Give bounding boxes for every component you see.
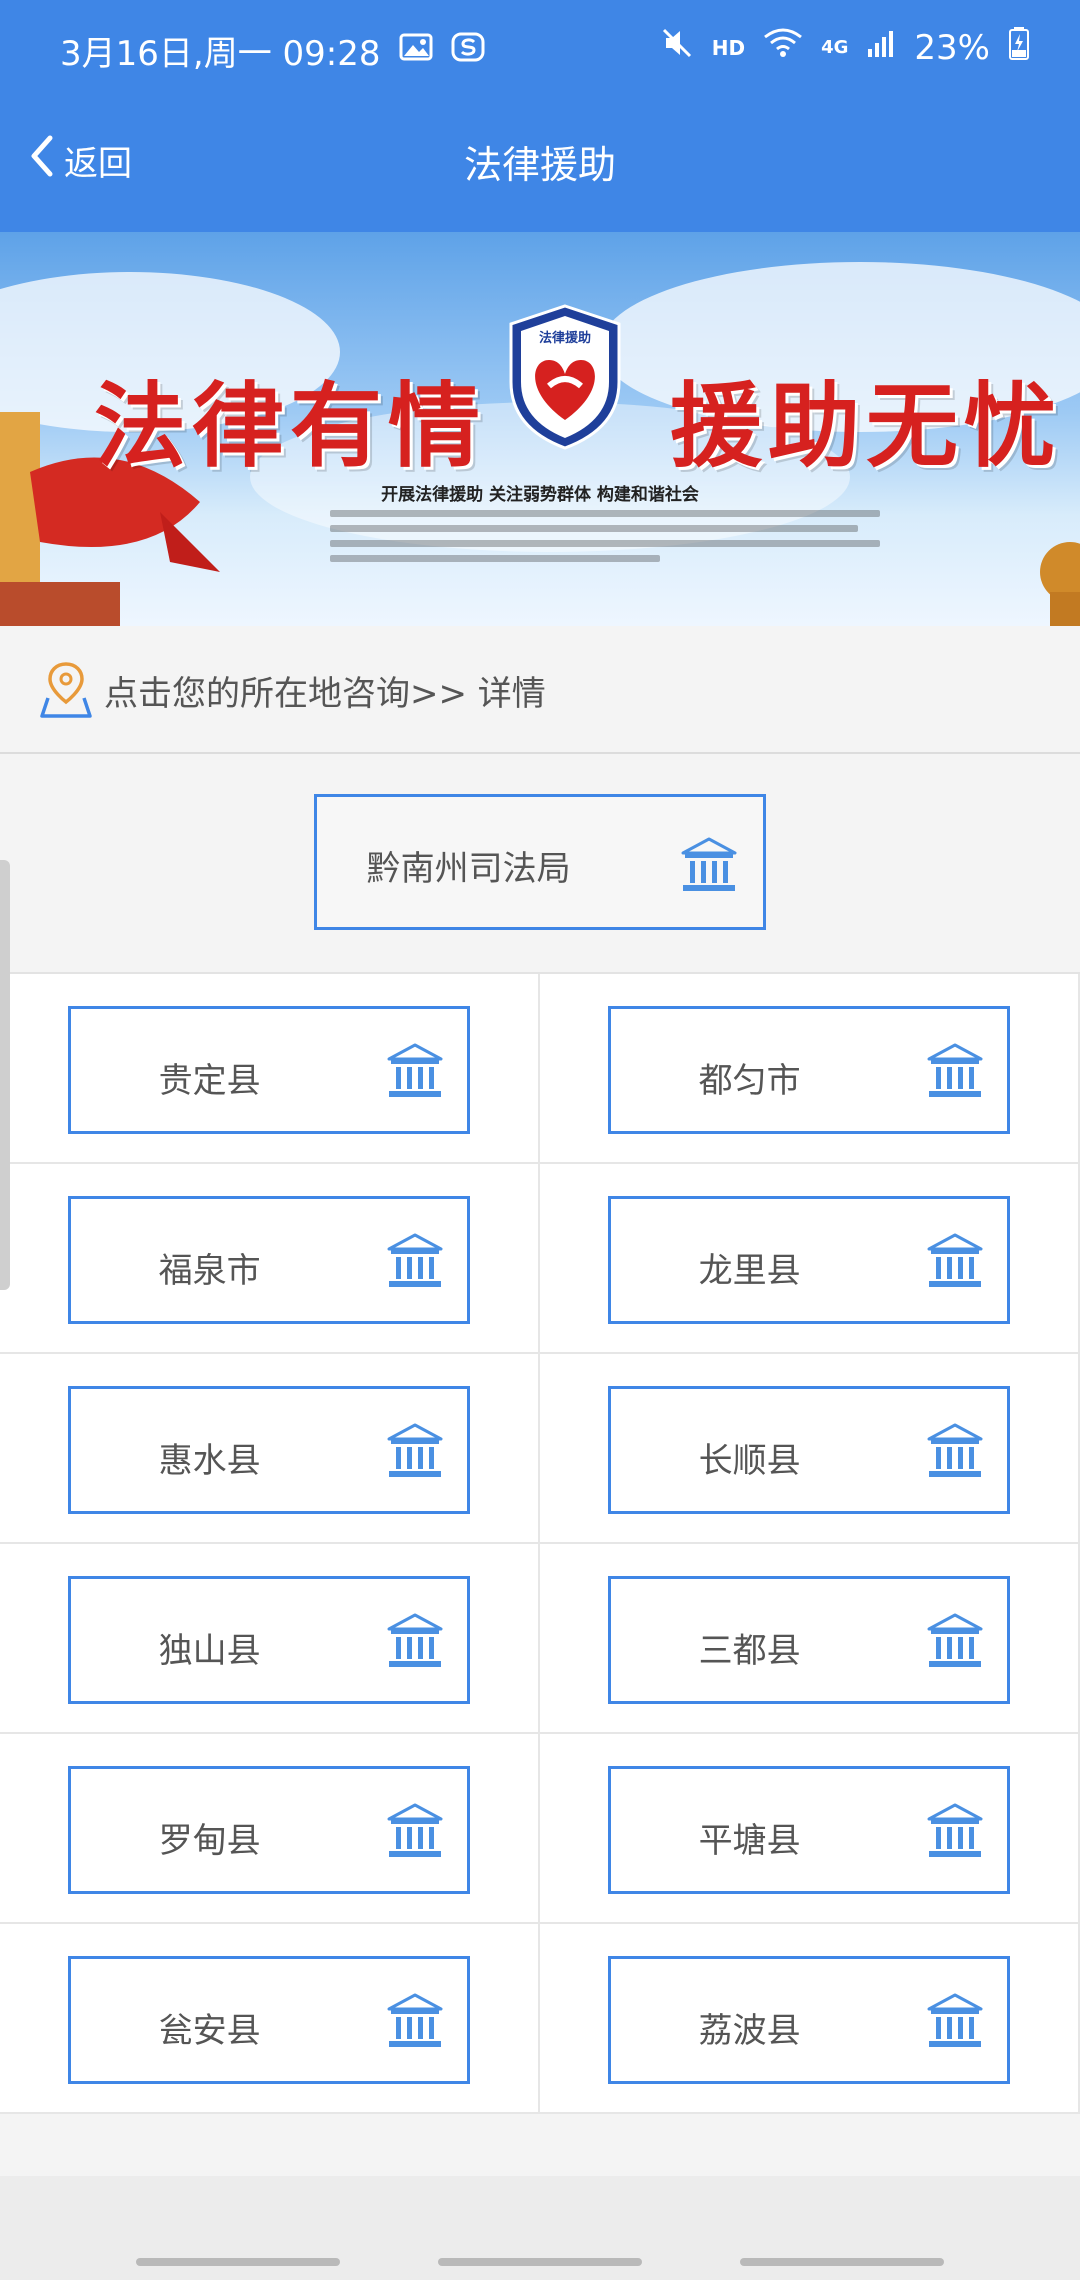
- bank-building-icon: [681, 837, 737, 891]
- edge-panel-handle[interactable]: [0, 860, 10, 1290]
- main-office-label: 黔南州司法局: [366, 849, 571, 889]
- county-label: 平塘县: [698, 1821, 801, 1861]
- battery-charging-icon: [1008, 26, 1030, 69]
- county-cell: 长顺县: [540, 1354, 1080, 1544]
- bank-building-icon: [387, 1043, 443, 1097]
- county-label: 独山县: [158, 1631, 261, 1671]
- county-button[interactable]: 惠水县: [68, 1386, 470, 1514]
- system-nav-recents[interactable]: [136, 2258, 340, 2266]
- county-button[interactable]: 独山县: [68, 1576, 470, 1704]
- county-button[interactable]: 荔波县: [608, 1956, 1010, 2084]
- county-button[interactable]: 长顺县: [608, 1386, 1010, 1514]
- mute-icon: [660, 26, 694, 69]
- county-button[interactable]: 平塘县: [608, 1766, 1010, 1894]
- banner-lion-decoration: [1040, 542, 1080, 626]
- county-button[interactable]: 三都县: [608, 1576, 1010, 1704]
- county-cell: 独山县: [0, 1544, 540, 1734]
- county-cell: 罗甸县: [0, 1734, 540, 1924]
- banner-slogan: 开展法律援助 关注弱势群体 构建和谐社会: [381, 485, 699, 505]
- main-office-button[interactable]: 黔南州司法局: [314, 794, 766, 930]
- county-label: 长顺县: [698, 1441, 801, 1481]
- county-cell: 福泉市: [0, 1164, 540, 1354]
- county-label: 罗甸县: [158, 1821, 261, 1861]
- county-cell: 瓮安县: [0, 1924, 540, 2114]
- county-label: 瓮安县: [158, 2011, 261, 2051]
- status-right: HD 4G 23%: [660, 26, 1030, 69]
- banner[interactable]: 法律有情 法律援助 援助无忧 开展法律援助 关注弱势群体 构建和谐社会: [0, 232, 1080, 626]
- shield-logo-icon: 法律援助: [509, 304, 621, 450]
- county-button[interactable]: 罗甸县: [68, 1766, 470, 1894]
- wifi-icon: [763, 27, 803, 68]
- network-type: 4G: [821, 37, 849, 58]
- county-cell: 荔波县: [540, 1924, 1080, 2114]
- county-button[interactable]: 贵定县: [68, 1006, 470, 1134]
- county-label: 荔波县: [698, 2011, 801, 2051]
- bank-building-icon: [387, 1423, 443, 1477]
- county-button[interactable]: 瓮安县: [68, 1956, 470, 2084]
- banner-heading-left: 法律有情: [94, 373, 487, 480]
- bank-building-icon: [927, 1803, 983, 1857]
- county-label: 三都县: [698, 1631, 801, 1671]
- app-s-icon: [451, 31, 485, 71]
- location-consult-row[interactable]: 点击您的所在地咨询>> 详情: [0, 626, 1080, 754]
- gallery-icon: [399, 31, 433, 71]
- signal-icon: [866, 28, 896, 68]
- county-cell: 三都县: [540, 1544, 1080, 1734]
- bank-building-icon: [927, 1423, 983, 1477]
- bank-building-icon: [927, 1043, 983, 1097]
- bank-building-icon: [927, 1613, 983, 1667]
- county-label: 龙里县: [698, 1251, 801, 1291]
- status-time: 3月16日,周一 09:28: [60, 34, 381, 74]
- county-button[interactable]: 龙里县: [608, 1196, 1010, 1324]
- bank-building-icon: [387, 1233, 443, 1287]
- shield-text: 法律援助: [539, 330, 591, 346]
- location-consult-text: 点击您的所在地咨询>> 详情: [104, 674, 546, 714]
- nav-bar: 返回 法律援助: [0, 100, 1080, 232]
- bank-building-icon: [387, 1993, 443, 2047]
- county-grid: 贵定县 都匀市 福泉市 龙里县 惠水县 长顺县 独山县 三都县 罗甸县 平塘县 …: [0, 972, 1080, 2114]
- banner-fine-print: [330, 510, 880, 578]
- bank-building-icon: [387, 1803, 443, 1857]
- bank-building-icon: [387, 1613, 443, 1667]
- status-bar: 3月16日,周一 09:28 HD 4G 23%: [0, 0, 1080, 100]
- county-button[interactable]: 福泉市: [68, 1196, 470, 1324]
- bank-building-icon: [927, 1993, 983, 2047]
- hd-indicator: HD: [711, 35, 746, 60]
- county-label: 惠水县: [158, 1441, 261, 1481]
- county-cell: 龙里县: [540, 1164, 1080, 1354]
- banner-heading-right: 援助无忧: [670, 373, 1063, 480]
- county-cell: 贵定县: [0, 974, 540, 1164]
- bank-building-icon: [927, 1233, 983, 1287]
- battery-percent: 23%: [914, 27, 990, 68]
- county-cell: 平塘县: [540, 1734, 1080, 1924]
- status-left: 3月16日,周一 09:28: [60, 26, 485, 75]
- county-cell: 都匀市: [540, 974, 1080, 1164]
- county-label: 贵定县: [158, 1061, 261, 1101]
- county-label: 福泉市: [158, 1251, 261, 1291]
- county-cell: 惠水县: [0, 1354, 540, 1544]
- system-nav-back[interactable]: [740, 2258, 944, 2266]
- county-label: 都匀市: [698, 1061, 801, 1101]
- location-map-icon: [40, 662, 92, 718]
- system-nav-home[interactable]: [438, 2258, 642, 2266]
- county-button[interactable]: 都匀市: [608, 1006, 1010, 1134]
- page-title: 法律援助: [463, 143, 616, 187]
